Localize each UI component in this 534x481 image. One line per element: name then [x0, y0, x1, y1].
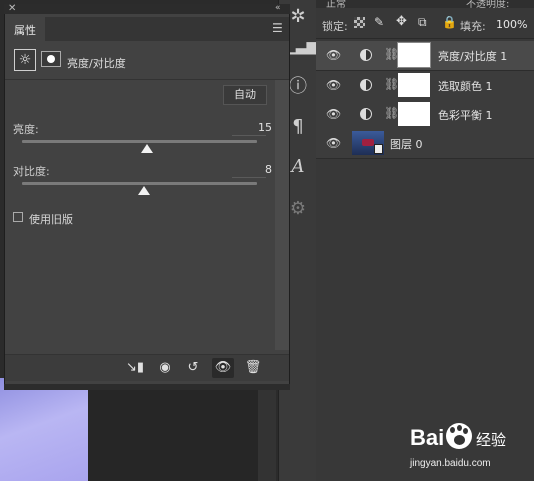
lock-move-icon[interactable]: ✥ [396, 14, 407, 29]
lock-bar: 锁定: ✎ ✥ ⧉ 🔒 填充: 100% [316, 12, 534, 39]
adjustment-layer-icon [360, 79, 372, 91]
layer-name[interactable]: 图层 0 [390, 136, 423, 152]
layer-thumbnail[interactable] [352, 131, 384, 155]
link-icon[interactable]: ⛓ [384, 47, 399, 61]
lock-paint-icon[interactable]: ✎ [374, 15, 384, 29]
contrast-label: 对比度: [13, 165, 50, 178]
layer-row[interactable]: 👁 ⛓ 色彩平衡 1 [316, 100, 534, 130]
eye-icon[interactable]: 👁 [326, 137, 341, 149]
layer-name[interactable]: 色彩平衡 1 [438, 107, 493, 123]
auto-button[interactable]: 自动 [223, 85, 267, 105]
opacity-field[interactable]: 不透明度: 100% [466, 0, 534, 8]
blend-mode[interactable]: 正常 [326, 0, 346, 8]
layer-mask-thumbnail[interactable] [398, 73, 430, 97]
collapse-icon[interactable]: « [275, 3, 281, 13]
delete-icon[interactable]: 🗑 [242, 358, 264, 378]
layer-name[interactable]: 选取颜色 1 [438, 78, 493, 94]
view-previous-icon[interactable]: ◉ [154, 358, 176, 378]
layer-row[interactable]: 👁 ⛓ 选取颜色 1 [316, 71, 534, 101]
smart-object-icon [374, 144, 383, 154]
brightness-contrast-icon: ☼ [14, 49, 36, 71]
layer-row[interactable]: 👁 图层 0 [316, 129, 534, 159]
brightness-value-underline [232, 135, 266, 136]
watermark-jingyan: 经验 [476, 431, 507, 449]
paw-logo-icon [446, 423, 472, 449]
tab-bar [5, 17, 289, 41]
lock-label: 锁定: [322, 20, 348, 33]
contrast-slider-track[interactable] [22, 182, 257, 185]
layers-top-bar: 正常 不透明度: 100% [316, 0, 534, 8]
layer-name[interactable]: 亮度/对比度 1 [438, 48, 507, 64]
panel-menu-icon[interactable]: ☰ [272, 21, 283, 35]
panel-bottom-edge [4, 384, 290, 390]
canvas-pasteboard [88, 378, 258, 481]
link-icon[interactable]: ⛓ [384, 106, 399, 120]
clip-to-layer-icon[interactable]: ↘▮ [124, 358, 146, 378]
contrast-value[interactable]: 8 [232, 163, 272, 176]
eye-icon[interactable]: 👁 [326, 49, 341, 61]
properties-scrollbar[interactable] [275, 80, 289, 350]
layer-mask-icon[interactable] [41, 51, 61, 67]
reset-icon[interactable]: ↺ [182, 358, 204, 378]
lock-all-icon[interactable]: 🔒 [442, 15, 457, 29]
adjustment-layer-icon [360, 108, 372, 120]
eye-icon[interactable]: 👁 [326, 79, 341, 91]
contrast-value-underline [232, 177, 266, 178]
brightness-value[interactable]: 15 [232, 121, 272, 134]
fill-label: 填充: [460, 20, 486, 33]
canvas-scrollbar[interactable] [258, 378, 276, 481]
visibility-icon[interactable]: 👁 [212, 358, 234, 378]
layer-row[interactable]: 👁 ⛓ 亮度/对比度 1 [316, 41, 534, 71]
watermark-url: jingyan.baidu.com [410, 458, 491, 469]
layer-mask-thumbnail[interactable] [397, 42, 431, 68]
brightness-slider-track[interactable] [22, 140, 257, 143]
close-icon[interactable]: ✕ [8, 3, 16, 14]
watermark-logo-text: Bai [410, 425, 445, 450]
adjustment-title: 亮度/对比度 [67, 57, 126, 70]
lock-transparent-icon[interactable] [354, 17, 365, 28]
link-icon[interactable]: ⛓ [384, 77, 399, 91]
brightness-slider-thumb[interactable] [140, 144, 153, 153]
layer-mask-thumbnail[interactable] [398, 102, 430, 126]
tab-label[interactable]: 属性 [14, 22, 36, 38]
brightness-label: 亮度: [13, 123, 39, 136]
eye-icon[interactable]: 👁 [326, 108, 341, 120]
fill-value[interactable]: 100% [496, 18, 527, 31]
baidu-watermark: Bai 经验 jingyan.baidu.com [390, 423, 530, 481]
adjustment-layer-icon [360, 49, 372, 61]
contrast-slider-thumb[interactable] [138, 186, 151, 195]
use-legacy-checkbox[interactable] [13, 212, 23, 222]
panel-title-strip [4, 4, 290, 14]
lock-artboard-icon[interactable]: ⧉ [418, 15, 427, 30]
use-legacy-label[interactable]: 使用旧版 [29, 211, 73, 227]
canvas-image [0, 378, 88, 481]
